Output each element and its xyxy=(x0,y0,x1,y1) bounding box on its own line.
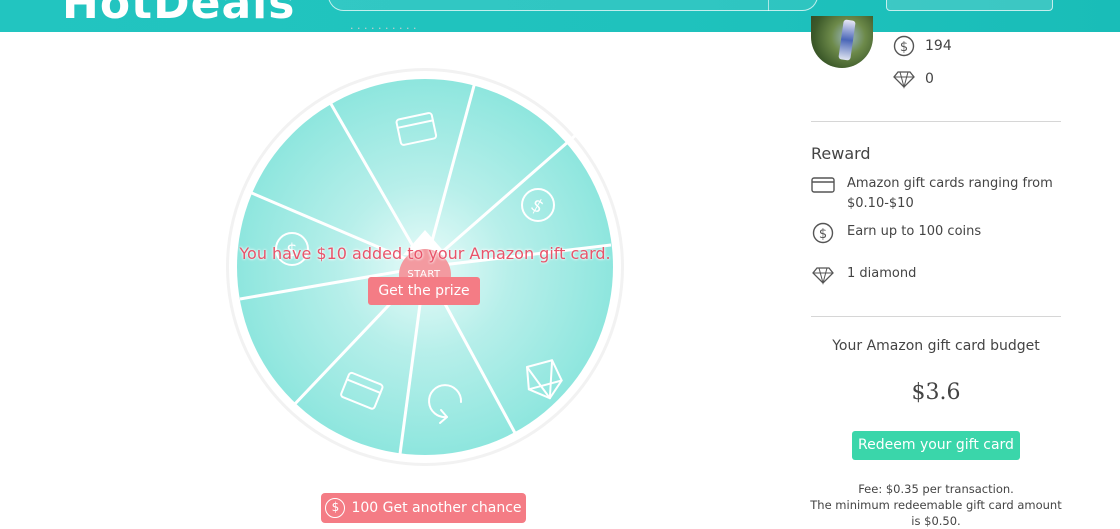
reward-item-text: 1 diamond xyxy=(847,266,917,281)
search-input[interactable] xyxy=(328,0,818,11)
coins-count: 194 xyxy=(925,38,952,54)
account-button[interactable] xyxy=(886,0,1053,11)
budget-title: Your Amazon gift card budget xyxy=(832,338,1040,354)
wheel-graphic: $ $ xyxy=(226,68,624,466)
coin-icon: $ xyxy=(811,222,835,244)
divider xyxy=(811,316,1061,317)
diamonds-count: 0 xyxy=(925,71,934,87)
reward-item: $ Earn up to 100 coins xyxy=(811,222,981,244)
coin-icon: $ xyxy=(893,35,915,57)
svg-text:$: $ xyxy=(819,227,827,242)
search-divider xyxy=(768,0,769,11)
reward-item: Amazon gift cards ranging from $0.10-$10 xyxy=(811,174,1061,214)
fee-note: Fee: $0.35 per transaction. The minimum … xyxy=(808,481,1064,529)
coins-stat: $ 194 xyxy=(893,35,952,57)
another-chance-button[interactable]: $ 100 Get another chance xyxy=(321,493,526,523)
diamond-icon xyxy=(893,68,915,90)
reward-item: 1 diamond xyxy=(811,264,916,286)
minimum-line: The minimum redeemable gift card amount … xyxy=(810,498,1062,528)
coin-icon: $ xyxy=(325,498,346,518)
user-avatar[interactable] xyxy=(811,16,873,68)
reward-title: Reward xyxy=(811,144,871,163)
svg-text:$: $ xyxy=(900,40,908,55)
gift-card-icon xyxy=(811,174,835,196)
diamond-icon xyxy=(811,264,835,286)
budget-amount: $3.6 xyxy=(911,380,961,405)
fee-line: Fee: $0.35 per transaction. xyxy=(858,482,1014,496)
reward-item-text: Earn up to 100 coins xyxy=(847,224,982,239)
another-chance-label: 100 Get another chance xyxy=(351,500,522,516)
prize-wheel[interactable]: $ $ xyxy=(225,67,625,467)
site-logo[interactable]: HotDeals xyxy=(62,0,295,29)
faded-subtitle: · · · · · · · · · · xyxy=(350,22,417,35)
redeem-button[interactable]: Redeem your gift card xyxy=(852,431,1020,460)
get-prize-button[interactable]: Get the prize xyxy=(368,277,480,305)
divider xyxy=(811,121,1061,122)
top-navbar: HotDeals xyxy=(0,0,1120,32)
reward-item-text: Amazon gift cards ranging from $0.10-$10 xyxy=(847,176,1053,211)
result-message: You have $10 added to your Amazon gift c… xyxy=(239,244,611,263)
diamonds-stat: 0 xyxy=(893,68,934,90)
